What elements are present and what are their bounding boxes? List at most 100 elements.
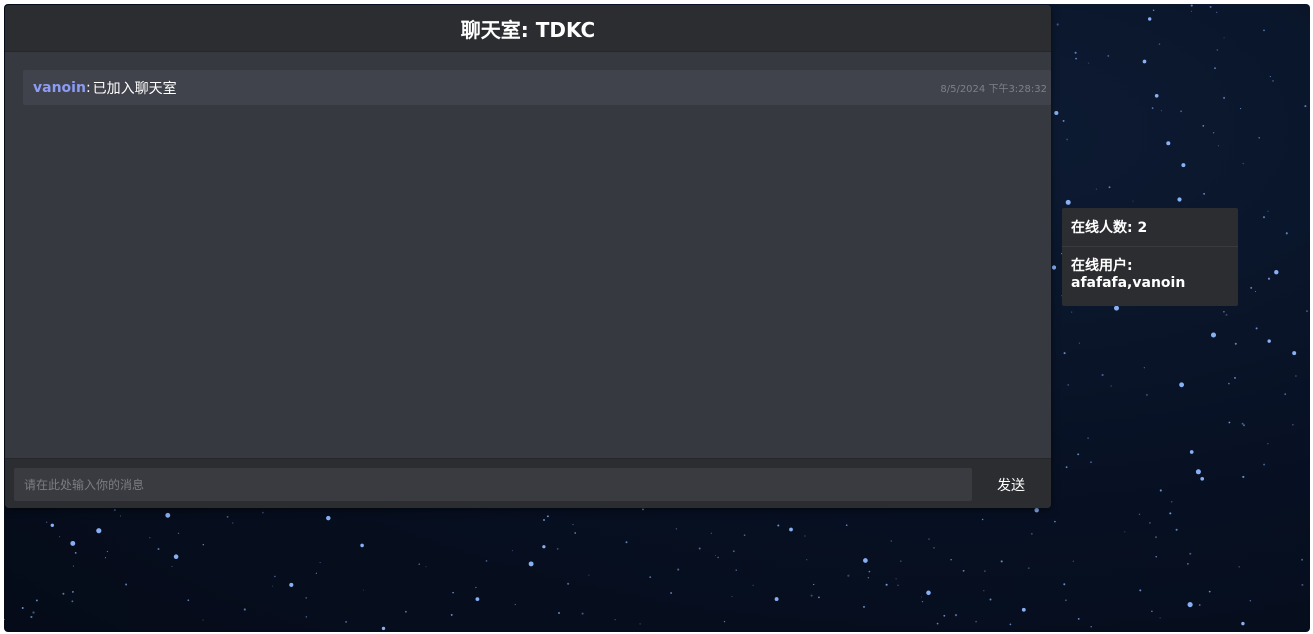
- star: [1095, 188, 1098, 190]
- star: [1065, 466, 1068, 469]
- star: [1177, 197, 1182, 202]
- star: [984, 570, 986, 572]
- star: [845, 524, 848, 527]
- star: [113, 509, 116, 512]
- star: [70, 540, 76, 546]
- star: [731, 595, 733, 598]
- star: [698, 547, 701, 550]
- star: [574, 532, 577, 534]
- star: [675, 528, 678, 530]
- star: [1202, 125, 1205, 127]
- star: [202, 544, 204, 546]
- star: [556, 548, 559, 550]
- star: [30, 615, 33, 619]
- star: [165, 512, 171, 518]
- star: [717, 556, 719, 559]
- star: [936, 622, 939, 625]
- star: [35, 599, 38, 602]
- star: [813, 583, 815, 586]
- star: [362, 589, 364, 591]
- star: [868, 570, 871, 573]
- star: [983, 590, 985, 592]
- star: [1179, 382, 1185, 388]
- message-list[interactable]: vanoin : 已加入聊天室 8/5/2024 下午3:28:32: [23, 70, 1051, 456]
- star: [1090, 625, 1092, 628]
- star: [305, 596, 308, 599]
- star: [975, 620, 977, 623]
- star: [847, 574, 850, 577]
- star: [46, 521, 48, 523]
- star: [262, 511, 264, 514]
- star: [1159, 489, 1162, 492]
- star: [1088, 62, 1090, 64]
- star: [928, 538, 930, 540]
- star: [59, 536, 61, 538]
- star: [1034, 507, 1039, 513]
- star: [106, 550, 109, 553]
- star: [933, 547, 935, 549]
- star: [157, 547, 160, 551]
- star: [885, 583, 888, 586]
- star: [1234, 342, 1237, 345]
- send-button[interactable]: 发送: [980, 468, 1042, 501]
- star: [177, 532, 180, 534]
- star: [1124, 531, 1126, 533]
- star: [1255, 290, 1257, 293]
- star: [920, 596, 923, 598]
- star: [1067, 383, 1070, 386]
- chat-header: 聊天室: TDKC: [5, 5, 1051, 52]
- star: [1054, 520, 1056, 523]
- message-input[interactable]: [14, 468, 972, 501]
- star: [863, 605, 865, 608]
- star: [171, 565, 173, 567]
- star: [528, 561, 534, 567]
- star: [1228, 421, 1231, 424]
- star: [1108, 186, 1111, 189]
- star: [743, 534, 746, 537]
- star: [1155, 556, 1157, 558]
- star: [818, 596, 820, 599]
- star: [1090, 461, 1092, 464]
- star: [670, 592, 672, 594]
- star: [1077, 453, 1080, 456]
- star: [514, 603, 516, 605]
- star: [867, 576, 870, 579]
- star: [1250, 286, 1253, 289]
- star: [149, 537, 151, 539]
- chat-title: 聊天室: TDKC: [460, 17, 596, 42]
- star: [1154, 536, 1158, 539]
- star: [1139, 589, 1142, 592]
- star: [289, 582, 294, 587]
- message-username: vanoin: [33, 79, 86, 96]
- star: [639, 623, 641, 625]
- star: [989, 598, 992, 601]
- star: [1064, 599, 1067, 602]
- star: [1030, 532, 1033, 535]
- star: [1262, 216, 1266, 219]
- star: [1138, 513, 1141, 515]
- star: [1027, 567, 1030, 570]
- star: [1151, 107, 1154, 109]
- star: [1267, 339, 1271, 343]
- star: [1241, 422, 1244, 425]
- star: [614, 619, 616, 621]
- star: [125, 583, 128, 586]
- star: [625, 541, 628, 544]
- star: [1148, 17, 1152, 21]
- star: [710, 532, 713, 534]
- star: [1209, 5, 1212, 8]
- star: [271, 585, 273, 587]
- star: [345, 620, 348, 623]
- online-users: 在线用户: afafafa,vanoin: [1062, 247, 1238, 292]
- star: [954, 614, 958, 617]
- star: [1158, 43, 1161, 45]
- star: [1217, 145, 1220, 147]
- star: [1249, 600, 1251, 602]
- star: [187, 599, 190, 602]
- star: [900, 560, 902, 562]
- star: [1071, 311, 1073, 313]
- star: [1306, 310, 1308, 313]
- star: [1272, 80, 1274, 82]
- star: [572, 524, 574, 526]
- star: [1223, 37, 1225, 39]
